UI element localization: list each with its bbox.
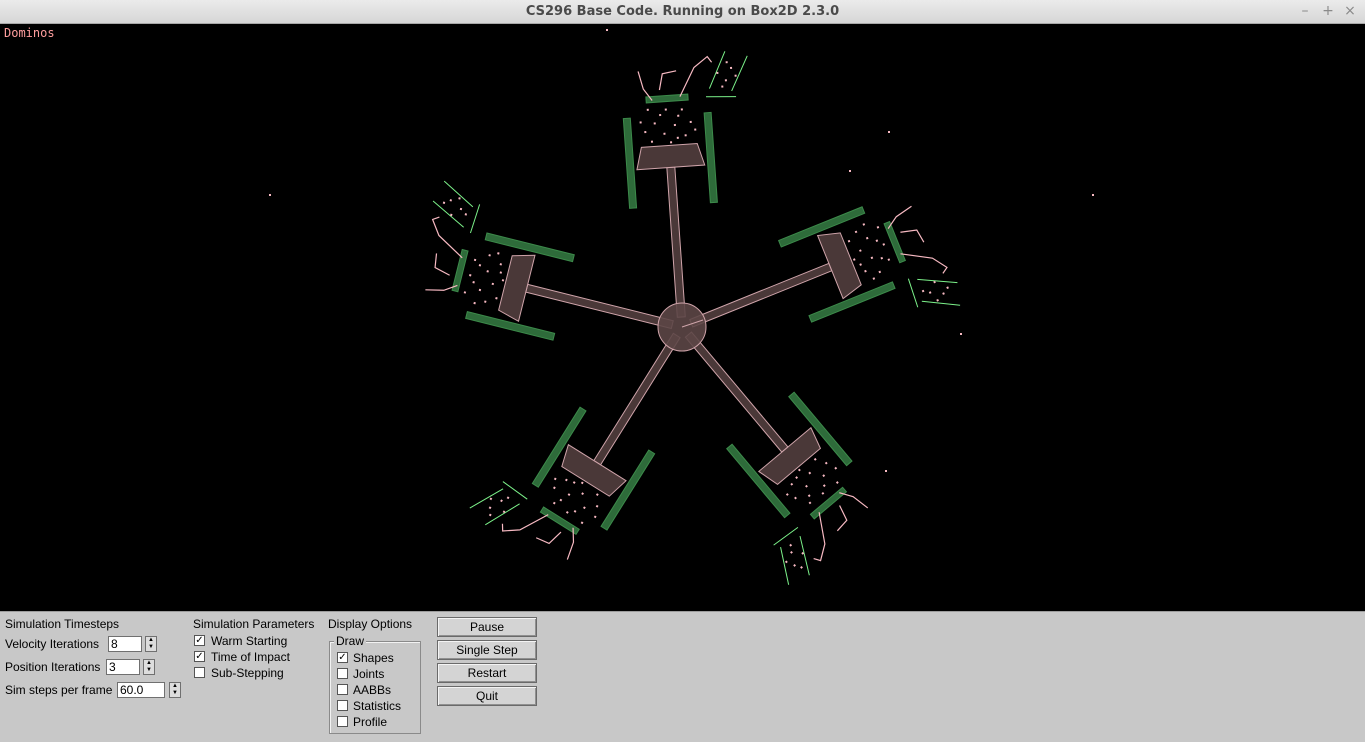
single-step-button[interactable]: Single Step xyxy=(437,640,537,660)
rotating-structure xyxy=(406,49,967,590)
draw-group-label: Draw xyxy=(334,634,367,648)
statistics-checkbox[interactable] xyxy=(337,700,348,711)
control-panel: Simulation Timesteps Velocity Iterations… xyxy=(0,611,1365,742)
sim-steps-input[interactable]: 60.0 xyxy=(117,682,165,698)
simulation-viewport[interactable]: Dominos xyxy=(0,24,1365,611)
sub-stepping-checkbox[interactable] xyxy=(194,667,205,678)
position-iterations-label: Position Iterations xyxy=(5,660,101,674)
aabbs-label: AABBs xyxy=(353,683,392,697)
shapes-checkbox[interactable]: ✓ xyxy=(337,652,348,663)
joints-checkbox[interactable] xyxy=(337,668,348,679)
position-iterations-stepper[interactable]: ▲ ▼ xyxy=(143,659,155,675)
warm-starting-label: Warm Starting xyxy=(211,634,288,648)
close-icon[interactable]: × xyxy=(1342,3,1358,19)
profile-checkbox[interactable] xyxy=(337,716,348,727)
timesteps-heading: Simulation Timesteps xyxy=(5,617,120,631)
profile-label: Profile xyxy=(353,715,388,729)
time-of-impact-checkbox[interactable]: ✓ xyxy=(194,651,205,662)
window-title: CS296 Base Code. Running on Box2D 2.3.0 xyxy=(525,4,840,19)
quit-button[interactable]: Quit xyxy=(437,686,537,706)
statistics-label: Statistics xyxy=(353,699,402,713)
velocity-iterations-input[interactable]: 8 xyxy=(108,636,142,652)
pause-button[interactable]: Pause xyxy=(437,617,537,637)
joints-label: Joints xyxy=(353,667,385,681)
simulation-canvas xyxy=(269,29,1094,590)
parameters-heading: Simulation Parameters xyxy=(193,617,315,631)
shapes-label: Shapes xyxy=(353,651,394,665)
maximize-icon[interactable]: + xyxy=(1320,3,1336,19)
sim-steps-stepper[interactable]: ▲ ▼ xyxy=(169,682,181,698)
display-options-heading: Display Options xyxy=(328,617,413,631)
velocity-iterations-stepper[interactable]: ▲ ▼ xyxy=(145,636,157,652)
minimize-icon[interactable]: – xyxy=(1297,3,1313,19)
title-bar: CS296 Base Code. Running on Box2D 2.3.0 … xyxy=(0,0,1365,24)
velocity-iterations-label: Velocity Iterations xyxy=(5,637,100,651)
sub-stepping-label: Sub-Stepping xyxy=(211,666,284,680)
position-iterations-input[interactable]: 3 xyxy=(106,659,140,675)
warm-starting-checkbox[interactable]: ✓ xyxy=(194,635,205,646)
time-of-impact-label: Time of Impact xyxy=(211,650,290,664)
aabbs-checkbox[interactable] xyxy=(337,684,348,695)
restart-button[interactable]: Restart xyxy=(437,663,537,683)
sim-steps-label: Sim steps per frame xyxy=(5,683,113,697)
